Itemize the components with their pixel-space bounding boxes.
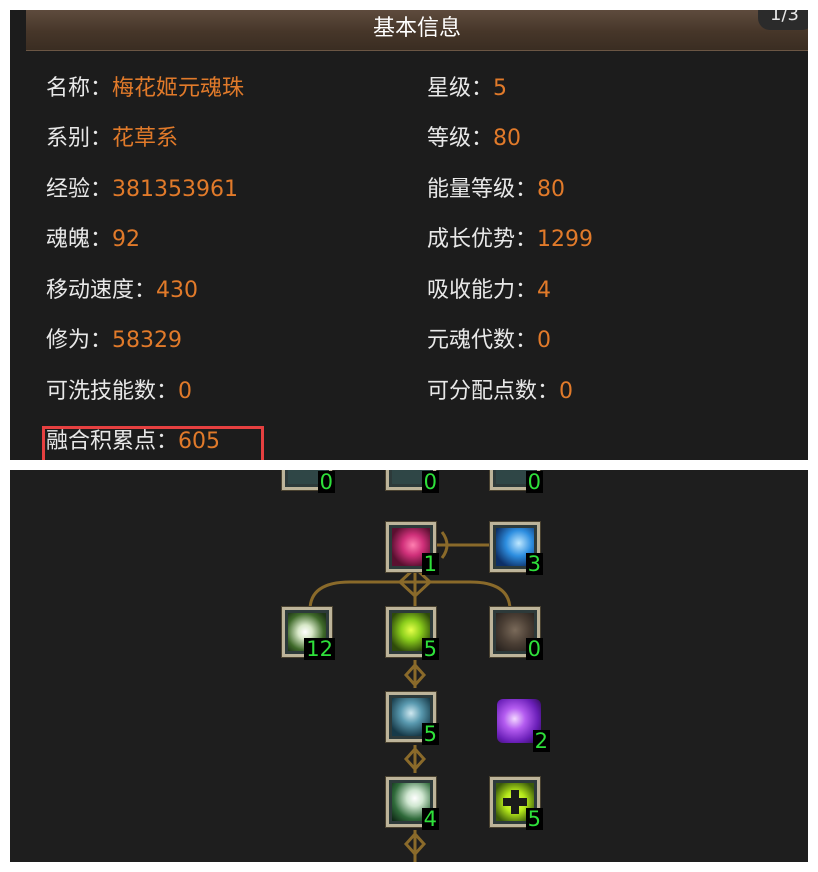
field-value: 80 — [537, 177, 566, 202]
talent-node[interactable]: 5 — [490, 777, 543, 831]
page-indicator: 1/3 — [758, 10, 808, 30]
field-element: 系别：花草系 — [46, 126, 179, 151]
field-assignable-points: 可分配点数：0 — [427, 379, 574, 404]
talent-count: 12 — [304, 637, 335, 661]
talent-count: 5 — [421, 637, 439, 661]
talent-count: 0 — [421, 470, 439, 494]
talent-node[interactable]: 2 — [494, 696, 550, 752]
field-level: 等级：80 — [427, 126, 522, 151]
talent-count: 5 — [421, 722, 439, 746]
talent-node[interactable]: 0 — [282, 470, 335, 494]
section-header: 基本信息 — [26, 10, 808, 51]
field-value: 5 — [493, 76, 508, 101]
talent-node[interactable]: 0 — [490, 607, 543, 661]
highlight-box — [42, 426, 264, 460]
basic-info-panel: 基本信息 1/3 名称：梅花姬元魂珠 系别：花草系 经验：381353961 魂… — [10, 10, 808, 460]
field-exp: 经验：381353961 — [46, 177, 238, 202]
field-name: 名称：梅花姬元魂珠 — [46, 76, 245, 101]
talent-count: 4 — [421, 807, 439, 831]
section-title: 基本信息 — [372, 16, 461, 41]
talent-node[interactable]: 5 — [386, 692, 439, 746]
field-absorb: 吸收能力：4 — [427, 278, 552, 303]
talent-node[interactable]: 1 — [386, 522, 439, 576]
field-value: 花草系 — [112, 126, 179, 151]
field-value: 0 — [178, 379, 193, 404]
field-move-speed: 移动速度：430 — [46, 278, 199, 303]
talent-node[interactable]: 4 — [386, 777, 439, 831]
talent-count: 2 — [532, 729, 550, 753]
talent-node[interactable]: 3 — [490, 522, 543, 576]
field-growth: 成长优势：1299 — [427, 227, 594, 252]
field-value: 58329 — [112, 328, 183, 353]
field-generation: 元魂代数：0 — [427, 328, 552, 353]
talent-node[interactable]: 12 — [282, 607, 335, 661]
talent-count: 1 — [421, 552, 439, 576]
talent-count: 0 — [525, 637, 543, 661]
field-value: 梅花姬元魂珠 — [112, 76, 245, 101]
field-cultivation: 修为：58329 — [46, 328, 183, 353]
talent-count: 0 — [525, 470, 543, 494]
field-energy-level: 能量等级：80 — [427, 177, 566, 202]
field-soul: 魂魄：92 — [46, 227, 141, 252]
talent-count: 3 — [525, 552, 543, 576]
field-resettable-skills: 可洗技能数：0 — [46, 379, 193, 404]
field-value: 381353961 — [112, 177, 238, 202]
field-star-level: 星级：5 — [427, 76, 508, 101]
talent-node[interactable]: 0 — [490, 470, 543, 494]
field-value: 92 — [112, 227, 141, 252]
talent-count: 5 — [525, 807, 543, 831]
field-value: 0 — [559, 379, 574, 404]
talent-node[interactable]: 5 — [386, 607, 439, 661]
field-value: 0 — [537, 328, 552, 353]
field-value: 4 — [537, 278, 552, 303]
talent-count: 0 — [317, 470, 335, 494]
field-value: 1299 — [537, 227, 594, 252]
field-value: 430 — [156, 278, 199, 303]
talent-node[interactable]: 0 — [386, 470, 439, 494]
field-value: 80 — [493, 126, 522, 151]
talent-tree-panel: 0 0 0 1 3 12 5 0 5 2 4 5 — [10, 470, 808, 862]
